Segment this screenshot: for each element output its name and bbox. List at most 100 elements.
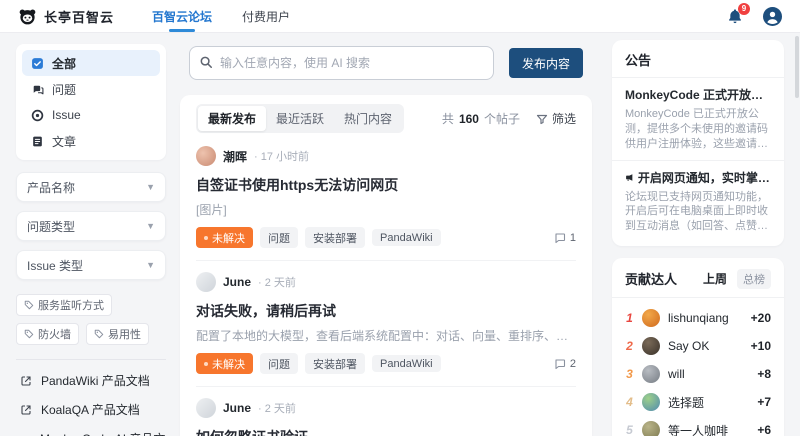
sidebar-item-label: 问题	[52, 82, 77, 97]
brand[interactable]: 长亭百智云	[18, 7, 114, 26]
search-box	[189, 46, 494, 80]
status-dot	[204, 235, 208, 240]
announcement-item[interactable]: MonkeyCode 正式开放公测，邀... MonkeyCode 已正式开放公…	[625, 86, 771, 152]
post-author[interactable]: 潮晖	[223, 148, 247, 165]
brand-logo-icon	[18, 7, 37, 26]
post-tag[interactable]: 安装部署	[305, 353, 365, 374]
check-square-icon	[31, 57, 44, 70]
tag-chip[interactable]: 防火墙	[16, 323, 79, 345]
avatar	[642, 365, 660, 384]
person-icon	[763, 7, 782, 25]
tab-latest[interactable]: 最新发布	[198, 106, 267, 131]
rank-number: 2	[626, 339, 633, 354]
tag-cloud: 服务监听方式 防火墙 易用性	[16, 294, 166, 345]
announcement-body: 论坛现已支持网页通知功能，开启后可在电脑桌面上即时收到互动消息（如回答、点赞、评…	[625, 190, 768, 233]
link-monkeycode-docs[interactable]: MonkeyCode-AI 产品文档	[20, 430, 166, 436]
comment-count[interactable]: 1	[554, 232, 576, 244]
chevron-down-icon: ▼	[146, 221, 155, 231]
tab-last-week[interactable]: 上周	[697, 268, 733, 289]
post-author[interactable]: June	[223, 275, 251, 289]
post-excerpt: 配置了本地的大模型，查看后端系统配置中：对话、向量、重排序、文档分析都显示“状态…	[196, 329, 576, 343]
divider	[612, 159, 784, 161]
app: 长亭百智云 百智云论坛 付费用户 9 全部 问题 Issue 文章 产品名称 ▼…	[0, 0, 800, 436]
status-dot	[204, 361, 208, 366]
notifications-button[interactable]: 9	[727, 3, 750, 24]
sidebar-item-label: 文章	[52, 134, 77, 149]
divider	[612, 297, 784, 299]
scrollbar[interactable]	[795, 36, 799, 98]
issue-type-select[interactable]: Issue 类型 ▼	[16, 250, 166, 280]
rank-number: 5	[626, 423, 633, 436]
announcements-title: 公告	[625, 53, 652, 68]
rank-number: 3	[626, 367, 633, 382]
tag-chip[interactable]: 易用性	[86, 323, 149, 345]
tab-hot[interactable]: 热门内容	[334, 106, 402, 131]
link-pandawiki-docs[interactable]: PandaWiki 产品文档	[20, 372, 166, 389]
post-list-card: 最新发布 最近活跃 热门内容 共 160 个帖子 筛选 潮晖 · 17 小时前 …	[180, 95, 592, 436]
comment-count[interactable]: 2	[554, 358, 576, 370]
sidebar-item-label: 全部	[52, 56, 77, 71]
search-row: 发布内容	[180, 46, 592, 80]
tab-recent-active[interactable]: 最近活跃	[266, 106, 334, 131]
question-type-select[interactable]: 问题类型 ▼	[16, 211, 166, 241]
avatar	[642, 337, 660, 356]
sidebar-item-issue[interactable]: Issue	[22, 102, 160, 128]
right-sidebar: 公告 MonkeyCode 正式开放公测，邀... MonkeyCode 已正式…	[612, 40, 784, 436]
brand-name: 长亭百智云	[44, 9, 115, 25]
post-tag[interactable]: 问题	[260, 227, 298, 248]
contributor-row[interactable]: 2 Say OK +10	[625, 334, 771, 358]
contributor-row[interactable]: 1 lishunqiang +20	[625, 306, 771, 330]
select-label: 问题类型	[27, 219, 76, 234]
status-badge: 未解决	[196, 227, 253, 248]
divider	[612, 77, 784, 78]
sidebar-item-questions[interactable]: 问题	[22, 76, 160, 102]
divider	[16, 359, 166, 360]
post-time: 2 天前	[258, 274, 296, 290]
post-time: 17 小时前	[254, 148, 309, 164]
post-item: June 2 天前 对话失败，请稍后再试 配置了本地的大模型，查看后端系统配置中…	[196, 261, 576, 387]
post-title[interactable]: 自签证书使用https无法访问网页	[196, 175, 576, 195]
doc-links: PandaWiki 产品文档 KoalaQA 产品文档 MonkeyCode-A…	[16, 372, 166, 436]
announcement-item[interactable]: 开启网页通知，实时掌握互动... 论坛现已支持网页通知功能，开启后可在电脑桌面上…	[625, 169, 771, 235]
tab-all-time[interactable]: 总榜	[737, 268, 771, 289]
publish-button[interactable]: 发布内容	[508, 48, 583, 78]
user-avatar[interactable]	[763, 6, 782, 26]
post-item: June 2 天前 如何忽略证书验证 在连接内网中部署的大模型时，报错：fail…	[196, 387, 576, 436]
post-tag[interactable]: PandaWiki	[372, 355, 441, 372]
post-author[interactable]: June	[223, 401, 251, 415]
avatar[interactable]	[196, 146, 216, 166]
filter-selects: 产品名称 ▼ 问题类型 ▼ Issue 类型 ▼	[16, 172, 166, 280]
post-tag[interactable]: 问题	[260, 353, 298, 374]
sidebar-item-all[interactable]: 全部	[22, 50, 160, 76]
issue-circle-icon	[31, 109, 44, 122]
contributor-row[interactable]: 3 will +8	[625, 362, 771, 386]
sidebar-item-articles[interactable]: 文章	[22, 128, 160, 154]
avatar[interactable]	[196, 272, 216, 292]
post-title[interactable]: 对话失败，请稍后再试	[196, 301, 576, 321]
tag-chip[interactable]: 服务监听方式	[16, 294, 112, 316]
rank-number: 1	[626, 311, 633, 326]
filter-button[interactable]: 筛选	[536, 110, 576, 127]
post-tag[interactable]: 安装部署	[305, 227, 365, 248]
avatar[interactable]	[196, 398, 216, 418]
chevron-down-icon: ▼	[146, 260, 155, 270]
comment-icon	[555, 358, 565, 369]
article-icon	[31, 135, 44, 148]
select-label: Issue 类型	[27, 258, 84, 273]
nav-tab-paid-users[interactable]: 付费用户	[242, 0, 290, 32]
search-input[interactable]	[189, 46, 494, 80]
post-title[interactable]: 如何忽略证书验证	[196, 427, 576, 436]
left-sidebar: 全部 问题 Issue 文章 产品名称 ▼ 问题类型 ▼ Issue 类型 ▼ …	[16, 44, 166, 436]
sidebar-item-label: Issue	[52, 108, 81, 122]
post-tag[interactable]: PandaWiki	[372, 229, 441, 246]
contributor-row[interactable]: 4 选择题 +7	[625, 390, 771, 414]
search-icon	[199, 55, 213, 74]
link-koalaqa-docs[interactable]: KoalaQA 产品文档	[20, 401, 166, 418]
product-name-select[interactable]: 产品名称 ▼	[16, 172, 166, 202]
main-content: 发布内容 最新发布 最近活跃 热门内容 共 160 个帖子 筛选	[180, 46, 592, 436]
rank-number: 4	[626, 395, 633, 410]
contributor-row[interactable]: 5 等一人咖啡 +6	[625, 418, 771, 436]
top-navbar: 长亭百智云 百智云论坛 付费用户 9	[0, 0, 800, 33]
nav-tab-forum[interactable]: 百智云论坛	[152, 0, 212, 32]
post-excerpt: [图片]	[196, 203, 227, 217]
